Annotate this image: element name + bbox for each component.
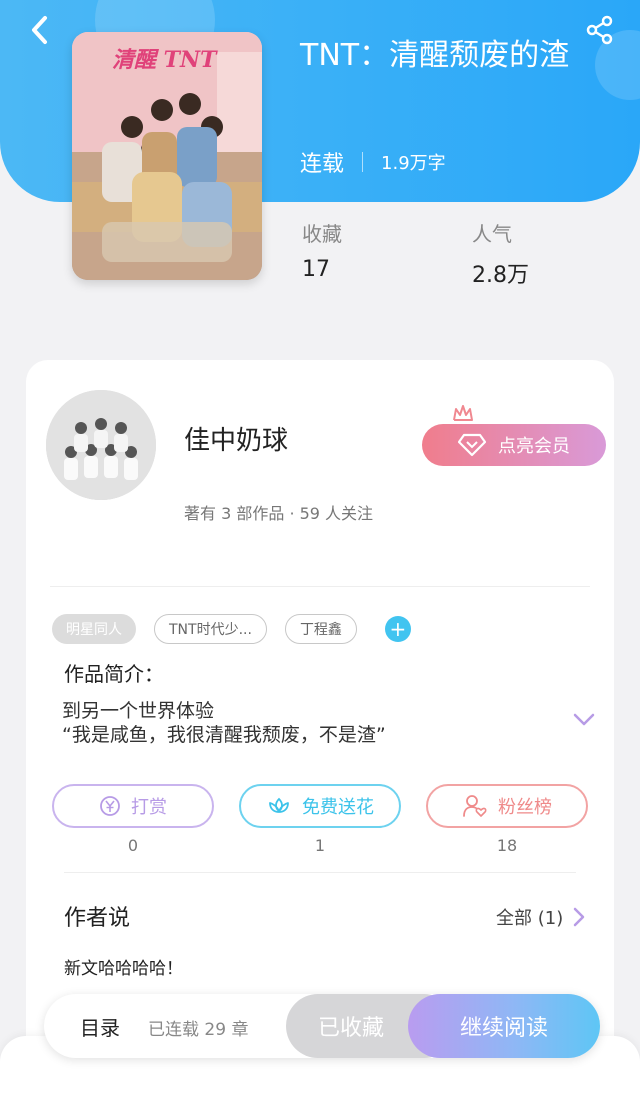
book-detail-page: TNT：清醒颓废的渣 连载 1.9万字 清醒 TNT 收藏 17 人气 2.8万…	[0, 0, 640, 1103]
stat-popularity: 人气 2.8万	[472, 218, 529, 289]
tip-button[interactable]: 打赏	[52, 784, 214, 828]
fan-count: 18	[496, 836, 518, 855]
author-says-title: 作者说	[64, 906, 131, 931]
divider	[64, 872, 576, 873]
book-meta: 连载 1.9万字	[300, 146, 446, 178]
tag-chip[interactable]: 丁程鑫	[284, 614, 357, 644]
avatar[interactable]	[46, 390, 156, 500]
book-cover[interactable]: 清醒 TNT	[72, 32, 262, 280]
plus-icon: +	[389, 617, 407, 641]
stat-favorites: 收藏 17	[302, 218, 342, 282]
chapter-count: 已连载 29 章	[148, 1020, 249, 1040]
stat-label: 收藏	[302, 222, 342, 246]
send-flower-label: 免费送花	[302, 797, 374, 818]
diamond-icon	[458, 433, 486, 457]
divider	[50, 586, 590, 587]
fan-rank-button[interactable]: 粉丝榜	[426, 784, 588, 828]
user-heart-icon	[463, 795, 487, 817]
intro-line: 到另一个世界体验	[62, 700, 215, 722]
tag-chip[interactable]: 明星同人	[52, 614, 136, 644]
flower-icon	[269, 797, 289, 813]
fan-rank-label: 粉丝榜	[498, 797, 552, 818]
bottom-action-bar: 目录 已连载 29 章 已收藏 继续阅读	[44, 994, 600, 1058]
tip-count: 0	[127, 836, 139, 855]
vip-button[interactable]: 点亮会员	[422, 424, 606, 466]
yen-icon	[100, 796, 120, 816]
word-count: 1.9万字	[381, 153, 446, 174]
tag-list: 明星同人 TNT时代少... 丁程鑫 +	[52, 614, 411, 644]
stat-value: 17	[302, 257, 330, 282]
crown-icon	[453, 405, 473, 421]
intro-line: “我是咸鱼，我很清醒我颓废，不是渣”	[62, 724, 386, 746]
tag-chip[interactable]: TNT时代少...	[154, 614, 267, 644]
send-flower-button[interactable]: 免费送花	[239, 784, 401, 828]
author-says-all-label: 全部 (1)	[496, 908, 564, 929]
author-says-all-link[interactable]: 全部 (1)	[496, 904, 585, 930]
vip-button-label: 点亮会员	[498, 436, 570, 457]
chevron-down-icon[interactable]	[572, 712, 596, 728]
flower-count: 1	[314, 836, 326, 855]
add-tag-button[interactable]: +	[384, 616, 411, 642]
avatar-photo	[46, 390, 156, 500]
chevron-right-icon	[573, 907, 585, 927]
book-title: TNT：清醒颓废的渣	[300, 38, 570, 73]
toc-button[interactable]: 目录	[80, 1012, 120, 1041]
serial-status: 连载	[300, 152, 345, 177]
collected-label: 已收藏	[317, 1016, 384, 1041]
stat-label: 人气	[472, 222, 512, 246]
tip-label: 打赏	[131, 797, 167, 818]
chevron-left-icon	[32, 16, 47, 44]
continue-reading-button[interactable]: 继续阅读	[408, 994, 600, 1058]
meta-divider	[362, 152, 364, 172]
stat-value: 2.8万	[472, 263, 529, 288]
author-summary: 著有 3 部作品 · 59 人关注	[184, 504, 374, 523]
back-button[interactable]	[22, 12, 58, 48]
info-card: 佳中奶球 著有 3 部作品 · 59 人关注 点亮会员 明星同人 TNT时代少.…	[26, 360, 614, 1060]
cover-title: 清醒 TNT	[112, 47, 217, 73]
intro-title: 作品简介：	[64, 662, 164, 686]
author-says-text: 新文哈哈哈哈！	[64, 959, 183, 979]
author-name[interactable]: 佳中奶球	[184, 420, 288, 457]
